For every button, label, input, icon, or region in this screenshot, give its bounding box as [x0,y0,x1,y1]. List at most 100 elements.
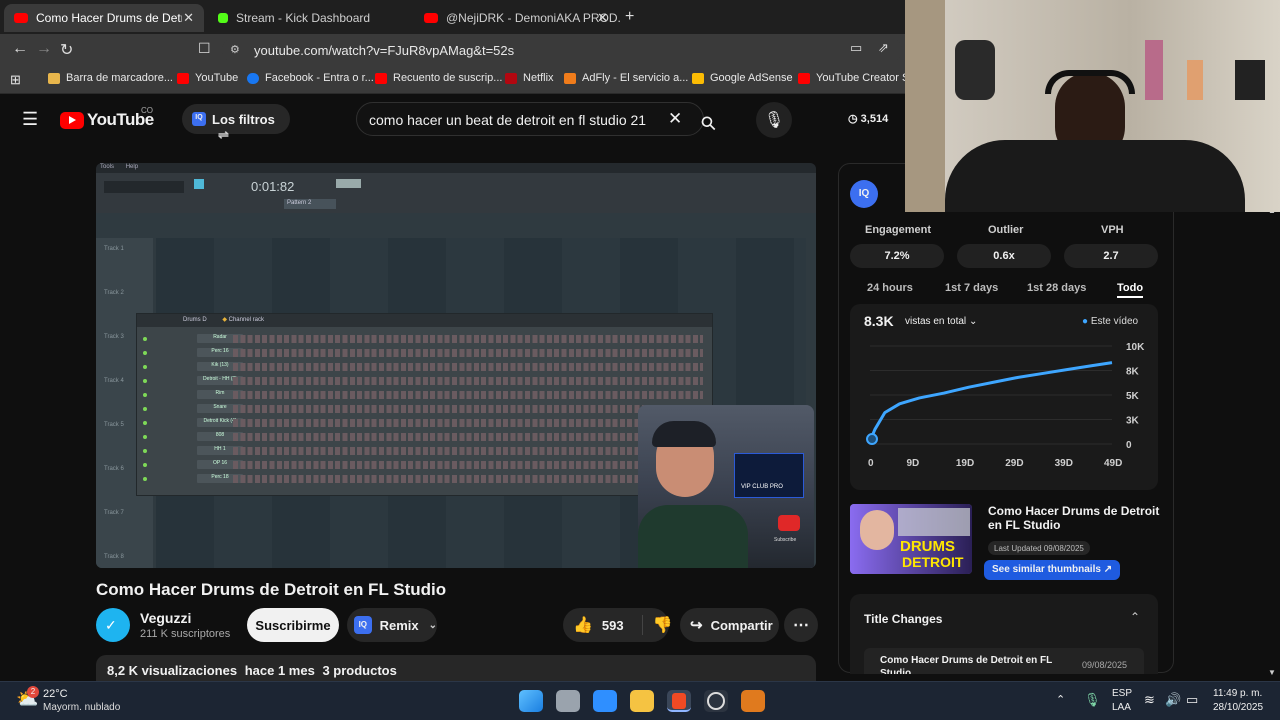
adsense-icon [692,72,704,84]
step-sequencer-row[interactable] [233,335,703,343]
channel-led-icon[interactable] [143,379,147,383]
kick-icon [218,13,228,23]
track-label: Track 3 [104,334,124,340]
step-sequencer-row[interactable] [233,461,703,469]
channel-led-icon[interactable] [143,463,147,467]
youtube-icon [798,72,810,84]
wifi-icon[interactable]: ≋ [1144,692,1155,708]
close-icon[interactable]: ✕ [183,10,194,26]
views-dropdown[interactable]: vistas en total ⌄ [905,316,977,327]
share-icon[interactable]: ⇗ [878,40,889,56]
bookmark-item[interactable]: Google AdSense [692,72,793,84]
video-thumbnail[interactable]: DRUMS DETROIT [850,504,972,574]
forward-icon[interactable]: → [36,40,52,58]
dislike-icon[interactable]: 👎 [641,615,673,635]
clear-search-icon[interactable]: ✕ [668,109,682,129]
filters-button[interactable]: IQ Los filtros ⇌ [182,104,290,142]
menu-icon[interactable]: ☰ [22,109,38,130]
speaker-icon[interactable]: 🔊 [1165,692,1181,708]
track-label: Track 5 [104,422,124,428]
apps-icon[interactable]: ⊞ [10,72,21,88]
chevron-up-icon[interactable]: ⌃ [1056,693,1065,706]
channel-led-icon[interactable] [143,407,147,411]
reload-icon[interactable]: ↻ [60,40,73,60]
step-sequencer-row[interactable] [233,349,703,357]
scroll-down-arrow[interactable]: ▼ [1268,668,1276,680]
site-info-icon[interactable]: ⚙ [230,43,240,56]
youtube-logo-icon[interactable] [60,112,84,129]
channel-led-icon[interactable] [143,365,147,369]
channel-led-icon[interactable] [143,435,147,439]
clock-date[interactable]: 28/10/2025 [1213,702,1263,713]
bookmark-item[interactable]: Barra de marcadore... [48,72,173,84]
fl-studio-icon[interactable] [741,690,765,712]
video-player[interactable]: Tools Help 0:01:82 Pattern 2 Track 1 Tra… [96,163,816,568]
language-code[interactable]: ESP [1112,688,1132,699]
see-similar-button[interactable]: See similar thumbnails ↗ [984,560,1121,580]
like-icon[interactable]: 👍 [573,615,593,635]
range-tab-28d[interactable]: 1st 28 days [1027,282,1086,294]
new-tab-button[interactable]: + [625,8,634,26]
step-sequencer-row[interactable] [233,363,703,371]
store-icon[interactable] [593,690,617,712]
search-icon[interactable]: ⚲ [696,98,740,142]
bookmark-item[interactable]: YouTube Creator St... [798,72,922,84]
file-explorer-icon[interactable] [630,690,654,712]
x-tick-label: 49D [1104,458,1122,469]
range-tab-all[interactable]: Todo [1117,282,1144,298]
windows-start-icon[interactable] [519,690,543,712]
step-sequencer-row[interactable] [233,377,703,385]
mic-icon[interactable]: 🎙 [756,102,792,138]
step-sequencer-row[interactable] [233,433,703,441]
channel-led-icon[interactable] [143,477,147,481]
bookmark-item[interactable]: Recuento de suscrip... [375,72,502,84]
remix-button[interactable]: IQ Remix ⌄ [347,608,437,642]
step-sequencer-row[interactable] [233,419,703,427]
step-sequencer-row[interactable] [233,391,703,399]
channel-avatar[interactable]: ✓ [96,608,130,642]
channel-led-icon[interactable] [143,351,147,355]
battery-icon[interactable]: ▭ [1186,692,1198,708]
step-sequencer-row[interactable] [233,405,703,413]
pip-badge: VIP CLUB PRO [741,484,783,490]
share-button[interactable]: ↪ Compartir [680,608,779,642]
bookmark-item[interactable]: Netflix [505,72,554,84]
step-sequencer-row[interactable] [233,475,703,483]
chevron-down-icon: ⌄ [428,619,437,631]
task-view-icon[interactable] [556,690,580,712]
y-tick-label: 8K [1126,367,1140,378]
cast-icon[interactable]: ▭ [850,40,862,56]
more-actions-button[interactable]: ⋯ [784,608,818,642]
close-icon[interactable]: ✕ [597,10,608,26]
x-tick-label: 29D [1005,458,1023,469]
bookmark-item[interactable]: AdFly - El servicio a... [564,72,688,84]
channel-row: Snare [137,404,714,415]
clock-time[interactable]: 11:49 p. m. [1213,688,1262,699]
tab-kick-dashboard[interactable]: Stream - Kick Dashboard [208,4,408,32]
step-sequencer-row[interactable] [233,447,703,455]
bookmark-icon[interactable]: ☐ [198,40,211,57]
search-input[interactable]: como hacer un beat de detroit en fl stud… [356,102,704,136]
last-updated-badge: Last Updated 09/08/2025 [988,541,1090,555]
keyboard-layout[interactable]: LAA [1112,702,1131,713]
subscribe-button[interactable]: Suscribirme [247,608,339,642]
mic-tray-icon[interactable]: 🎙 [1084,692,1101,708]
url-field[interactable]: ⚙ youtube.com/watch?v=FJuR8vpAMag&t=52s [222,38,902,62]
bookmark-item[interactable]: YouTube [177,72,238,84]
chevron-up-icon[interactable]: ⌃ [1130,610,1140,624]
range-tab-24h[interactable]: 24 hours [867,282,913,294]
channel-name[interactable]: Veguzzi [140,610,191,626]
obs-icon[interactable] [704,690,728,712]
tab-youtube-video[interactable]: Como Hacer Drums de Detroit e ✕ [4,4,204,32]
channel-led-icon[interactable] [143,393,147,397]
channel-led-icon[interactable] [143,421,147,425]
back-icon[interactable]: ← [12,40,28,58]
channel-row: HH 1 [137,446,714,457]
tab-nejidrk[interactable]: @NejiDRK - DemoniAKA PROD. ✕ [414,4,621,32]
channel-led-icon[interactable] [143,449,147,453]
channel-led-icon[interactable] [143,337,147,341]
range-tab-7d[interactable]: 1st 7 days [945,282,998,294]
brave-icon[interactable] [667,690,691,712]
adfly-icon [564,72,576,84]
bookmark-item[interactable]: Facebook - Entra o r... [247,72,374,84]
